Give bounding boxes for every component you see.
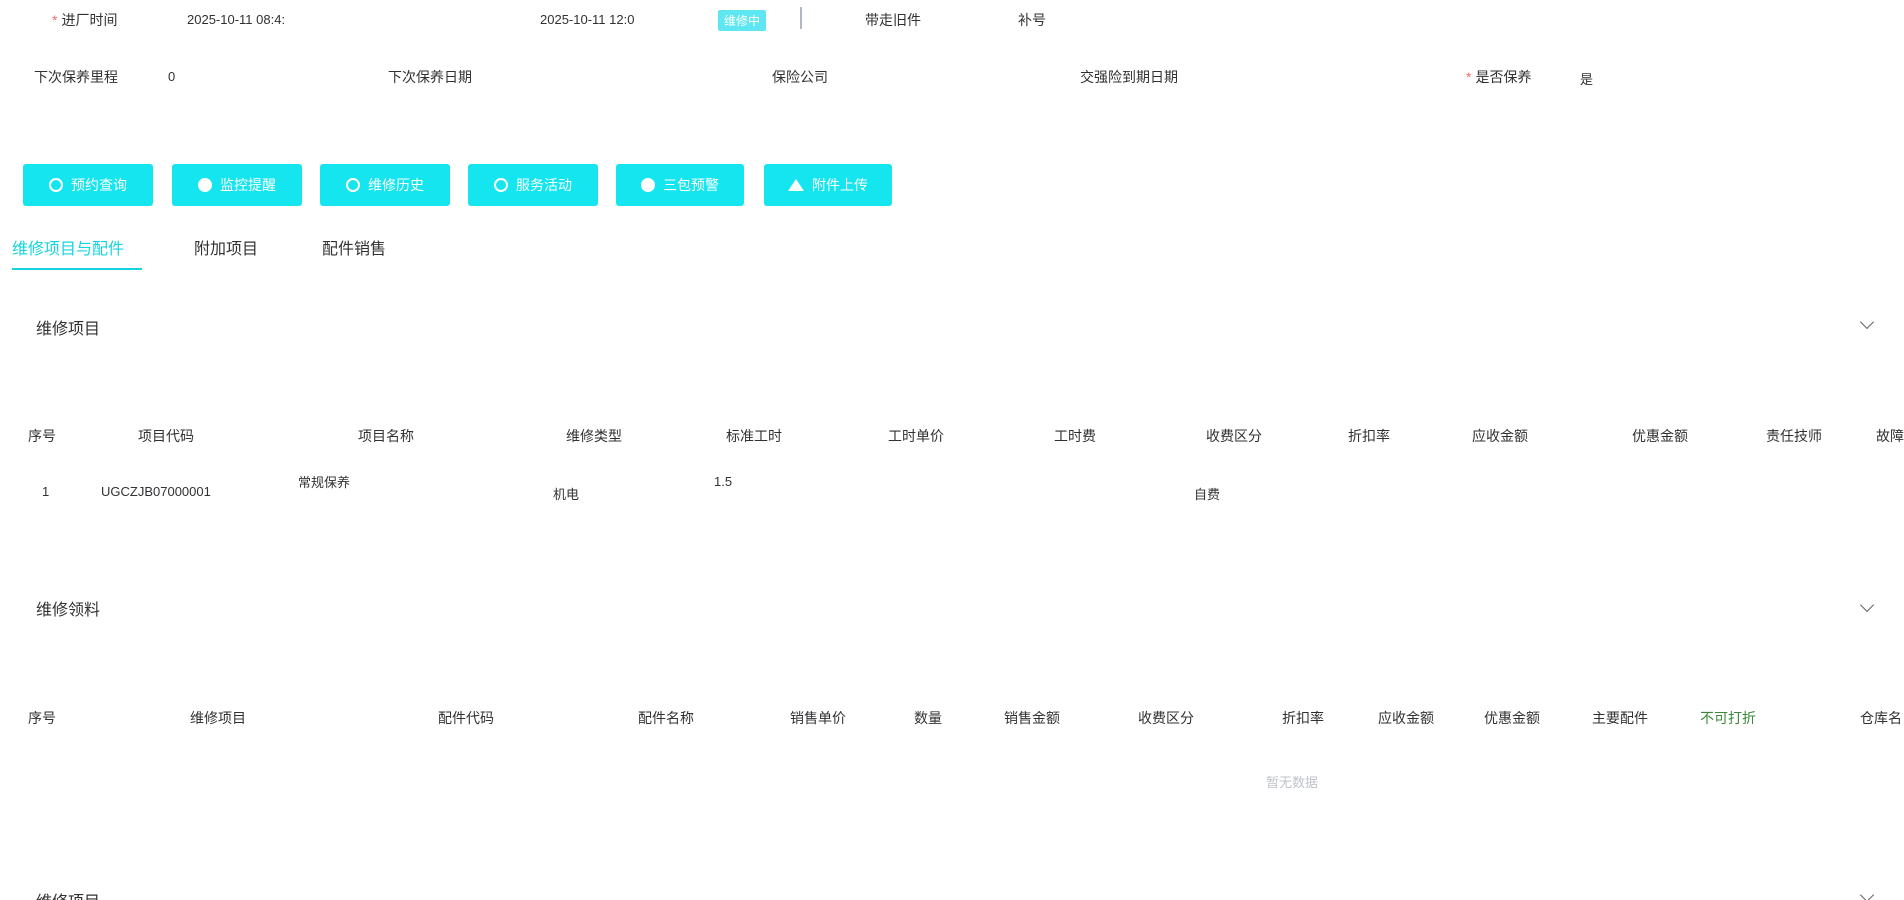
status-badge: 维修中	[718, 10, 767, 31]
warning-icon	[641, 178, 655, 192]
third-section-title: 维修项目	[36, 888, 100, 900]
col-header: 应收金额	[1472, 428, 1528, 444]
warranty-warning-button[interactable]: 三包预警	[616, 164, 744, 206]
button-label: 预约查询	[71, 177, 127, 193]
col-header: 维修项目	[190, 710, 246, 726]
col-header: 收费区分	[1206, 428, 1262, 444]
chevron-down-icon[interactable]	[1859, 597, 1875, 613]
col-header: 销售单价	[790, 710, 846, 726]
col-header: 主要配件	[1592, 710, 1648, 726]
col-header: 数量	[914, 710, 942, 726]
chevron-down-icon[interactable]	[1859, 314, 1875, 330]
row-name[interactable]: 常规保养	[298, 472, 350, 491]
col-header: 不可打折	[1700, 710, 1756, 726]
col-header: 工时费	[1054, 428, 1096, 444]
next-mileage-label: 下次保养里程	[34, 69, 118, 85]
service-activity-button[interactable]: 服务活动	[468, 164, 598, 206]
row-hours[interactable]: 1.5	[714, 474, 732, 489]
empty-state-text: 暂无数据	[1266, 775, 1319, 790]
divider	[800, 7, 802, 29]
take-parts-label: 带走旧件	[865, 12, 921, 28]
col-header: 维修类型	[566, 428, 622, 444]
plate-label: 补号	[1018, 12, 1046, 28]
clock-icon	[346, 178, 360, 192]
bell-icon	[494, 178, 508, 192]
entry-time-value[interactable]: 2025-10-11 08:4:	[187, 12, 285, 27]
col-header: 优惠金额	[1484, 710, 1540, 726]
button-label: 监控提醒	[220, 177, 276, 193]
col-header: 工时单价	[888, 428, 944, 444]
button-label: 附件上传	[812, 177, 868, 193]
row-code: UGCZJB07000001	[101, 484, 211, 499]
col-header: 优惠金额	[1632, 428, 1688, 444]
col-header: 故障	[1876, 428, 1904, 444]
appointment-query-button[interactable]: 预约查询	[23, 164, 153, 206]
is-maintenance-value[interactable]: 是	[1580, 69, 1593, 88]
attachment-upload-button[interactable]: 附件上传	[764, 164, 892, 206]
col-header: 配件名称	[638, 710, 694, 726]
col-header: 序号	[28, 710, 56, 726]
insurance-expiry-label: 交强险到期日期	[1080, 69, 1178, 85]
tab-additional-items[interactable]: 附加项目	[194, 235, 258, 259]
col-header: 收费区分	[1138, 710, 1194, 726]
col-header: 折扣率	[1282, 710, 1324, 726]
repair-history-button[interactable]: 维修历史	[320, 164, 450, 206]
button-label: 服务活动	[516, 177, 572, 193]
button-label: 三包预警	[663, 177, 719, 193]
col-header: 折扣率	[1348, 428, 1390, 444]
button-label: 维修历史	[368, 177, 424, 193]
col-header: 项目名称	[358, 428, 414, 444]
col-header: 配件代码	[438, 710, 494, 726]
col-header: 责任技师	[1766, 428, 1822, 444]
col-header: 序号	[28, 428, 56, 444]
col-header: 项目代码	[138, 428, 194, 444]
col-header: 标准工时	[726, 428, 782, 444]
insurance-label: 保险公司	[772, 69, 828, 85]
repair-items-title: 维修项目	[36, 321, 101, 338]
repair-materials-title: 维修领料	[36, 602, 101, 619]
next-date-label: 下次保养日期	[388, 69, 472, 85]
upload-icon	[788, 179, 804, 191]
repair-order-page: * 进厂时间 2025-10-11 08:4: 2025-10-11 12:0 维…	[0, 0, 1904, 900]
row-charge[interactable]: 自费	[1194, 484, 1220, 503]
tab-repair-items-parts[interactable]: 维修项目与配件	[12, 235, 124, 259]
row-no: 1	[42, 484, 50, 499]
entry-time-label: * 进厂时间	[52, 12, 118, 28]
is-maintenance-label: * 是否保养	[1466, 69, 1532, 85]
search-icon	[49, 178, 63, 192]
col-header: 应收金额	[1378, 710, 1434, 726]
chevron-down-icon[interactable]	[1859, 887, 1875, 900]
tab-parts-sales[interactable]: 配件销售	[322, 235, 386, 259]
next-mileage-value[interactable]: 0	[168, 69, 175, 84]
col-header: 仓库名	[1860, 710, 1902, 726]
end-time-value[interactable]: 2025-10-11 12:0	[540, 12, 634, 27]
monitor-alert-button[interactable]: 监控提醒	[172, 164, 302, 206]
row-type[interactable]: 机电	[553, 484, 579, 503]
tab-active-indicator	[12, 268, 142, 270]
col-header: 销售金额	[1004, 710, 1060, 726]
alert-icon	[198, 178, 212, 192]
